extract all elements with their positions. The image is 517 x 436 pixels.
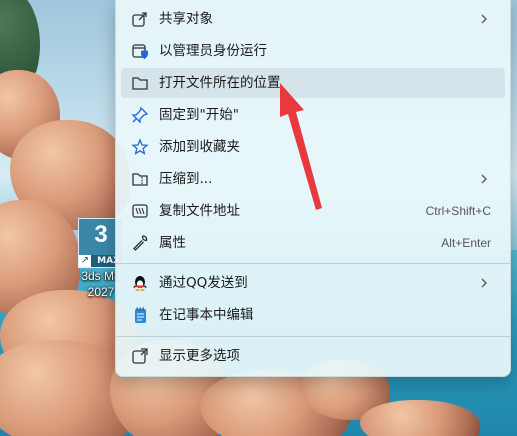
menu-item-shortcut: Ctrl+Shift+C bbox=[425, 204, 491, 218]
menu-item-compress-to[interactable]: 压缩到... bbox=[121, 164, 505, 194]
menu-item-label: 在记事本中编辑 bbox=[159, 307, 254, 323]
star-icon bbox=[131, 138, 149, 155]
menu-item-send-via-qq[interactable]: 通过QQ发送到 bbox=[121, 268, 505, 298]
menu-item-properties[interactable]: 属性 Alt+Enter bbox=[121, 228, 505, 258]
qq-penguin-icon bbox=[133, 276, 147, 291]
menu-item-label: 添加到收藏夹 bbox=[159, 139, 240, 155]
menu-item-open-file-location[interactable]: 打开文件所在的位置 bbox=[121, 68, 505, 98]
menu-item-show-more-options[interactable]: 显示更多选项 bbox=[121, 341, 505, 371]
chevron-right-icon bbox=[481, 174, 487, 184]
menu-separator bbox=[116, 336, 510, 337]
admin-shield-icon bbox=[132, 44, 148, 59]
menu-item-run-as-admin[interactable]: 以管理员身份运行 bbox=[121, 36, 505, 66]
copy-path-icon bbox=[132, 204, 148, 218]
folder-icon bbox=[132, 77, 148, 90]
share-icon bbox=[132, 12, 147, 27]
menu-item-label: 通过QQ发送到 bbox=[159, 275, 248, 291]
pin-icon bbox=[131, 106, 149, 124]
chevron-right-icon bbox=[481, 14, 487, 24]
menu-separator bbox=[116, 263, 510, 264]
menu-item-add-to-favorites[interactable]: 添加到收藏夹 bbox=[121, 132, 505, 162]
menu-item-label: 固定到"开始" bbox=[159, 107, 239, 123]
chevron-right-icon bbox=[481, 278, 487, 288]
menu-item-label: 以管理员身份运行 bbox=[159, 43, 267, 59]
menu-item-share[interactable]: 共享对象 bbox=[121, 4, 505, 34]
menu-item-pin-to-start[interactable]: 固定到"开始" bbox=[121, 100, 505, 130]
context-menu: 共享对象 以管理员身份运行 打开文件所在的位置 固定到"开始" 添加到收藏夹 压… bbox=[115, 0, 511, 377]
menu-item-edit-in-notepad[interactable]: 在记事本中编辑 bbox=[121, 300, 505, 330]
shortcut-arrow-icon: ↗ bbox=[79, 255, 91, 267]
menu-item-label: 复制文件地址 bbox=[159, 203, 240, 219]
menu-item-shortcut: Alt+Enter bbox=[441, 236, 491, 250]
menu-item-label: 压缩到... bbox=[159, 171, 213, 187]
expand-icon bbox=[132, 348, 148, 364]
zip-folder-icon bbox=[132, 173, 148, 186]
menu-item-label: 打开文件所在的位置 bbox=[159, 75, 281, 91]
menu-item-copy-file-path[interactable]: 复制文件地址 Ctrl+Shift+C bbox=[121, 196, 505, 226]
menu-item-label: 显示更多选项 bbox=[159, 348, 240, 364]
menu-item-label: 共享对象 bbox=[159, 11, 213, 27]
wrench-icon bbox=[133, 235, 148, 251]
menu-item-label: 属性 bbox=[159, 235, 186, 251]
notepad-icon bbox=[135, 307, 146, 323]
